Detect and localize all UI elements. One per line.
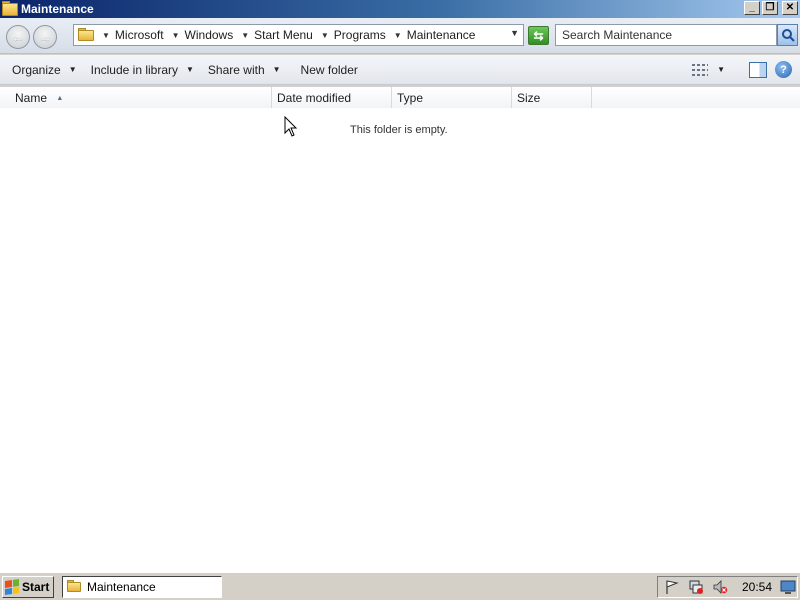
breadcrumb-label[interactable]: Windows [185,28,234,42]
taskbar-item-maintenance[interactable]: Maintenance [62,575,222,598]
breadcrumb-label[interactable]: Microsoft [115,28,164,42]
column-headers: Name ▲ Date modified Type Size [0,87,800,108]
include-in-library-button[interactable]: Include in library ▼ [85,58,200,82]
search-button[interactable] [777,24,798,46]
chevron-down-icon[interactable]: ▼ [172,31,180,40]
windows-logo-icon [5,578,19,595]
column-header-size[interactable]: Size [512,87,592,108]
breadcrumb-label[interactable]: Programs [334,28,386,42]
column-header-filler [592,87,800,108]
back-button[interactable]: ← [6,25,30,49]
breadcrumb-item[interactable]: ▼ Start Menu [233,28,313,42]
refresh-button[interactable]: ⇆ [528,26,549,45]
column-header-name[interactable]: Name ▲ [0,87,272,108]
chevron-down-icon[interactable]: ▼ [241,31,249,40]
start-label: Start [22,579,50,594]
preview-pane-icon[interactable] [749,61,767,78]
breadcrumb-item[interactable]: ▼ Maintenance [386,28,476,42]
chevron-down-icon: ▼ [186,65,194,74]
title-bar[interactable]: Maintenance _ ❐ ✕ [0,0,800,18]
minimize-button[interactable]: _ [744,1,760,15]
organize-button[interactable]: Organize ▼ [6,58,83,82]
organize-label: Organize [12,62,61,77]
breadcrumb-item[interactable]: ▼ Microsoft [94,28,164,42]
chevron-down-icon[interactable]: ▼ [102,31,110,40]
chevron-down-icon: ▼ [68,65,77,74]
share-with-button[interactable]: Share with ▼ [202,58,287,82]
chevron-down-icon[interactable]: ▼ [717,65,725,74]
navigation-bar: ← → ▼ Microsoft ▼ Windows ▼ Start Menu ▼… [0,18,800,54]
column-header-type[interactable]: Type [392,87,512,108]
clock[interactable]: 20:54 [742,580,772,594]
refresh-icon: ⇆ [533,28,544,43]
column-header-date-modified[interactable]: Date modified [272,87,392,108]
show-desktop-icon[interactable] [780,579,796,595]
views-icon[interactable] [691,62,709,78]
forward-arrow-icon: → [38,29,52,45]
command-bar: Organize ▼ Include in library ▼ Share wi… [0,55,800,85]
folder-icon [67,580,81,593]
start-button[interactable]: Start [2,575,54,598]
volume-muted-icon[interactable] [712,579,728,595]
empty-folder-message: This folder is empty. [350,124,448,136]
back-arrow-icon: ← [11,29,25,45]
action-center-flag-icon[interactable] [664,579,680,595]
new-folder-button[interactable]: New folder [295,58,364,82]
network-icon[interactable] [688,579,704,595]
system-tray: 20:54 [657,576,798,598]
column-header-label: Name [15,91,48,105]
help-icon[interactable]: ? [775,61,792,78]
forward-button[interactable]: → [33,25,57,49]
chevron-down-icon: ▼ [272,65,281,74]
breadcrumb-label[interactable]: Maintenance [407,28,476,42]
sort-ascending-icon: ▲ [56,95,64,103]
window-title: Maintenance [21,2,94,16]
taskbar: Start Maintenance 20:54 [0,572,800,600]
taskbar-item-label: Maintenance [87,579,156,594]
include-label: Include in library [90,62,178,77]
folder-icon [78,28,94,42]
breadcrumb-label[interactable]: Start Menu [254,28,313,42]
share-label: Share with [207,62,265,77]
close-button[interactable]: ✕ [782,1,798,15]
file-list[interactable]: This folder is empty. [0,108,800,572]
address-bar[interactable]: ▼ Microsoft ▼ Windows ▼ Start Menu ▼ Pro… [73,24,524,46]
chevron-down-icon[interactable]: ▼ [394,31,402,40]
address-history-dropdown[interactable]: ▼ [510,28,519,38]
breadcrumb-item[interactable]: ▼ Windows [164,28,234,42]
mouse-cursor-icon [284,116,298,137]
breadcrumb-item[interactable]: ▼ Programs [313,28,386,42]
restore-button[interactable]: ❐ [762,1,778,15]
search-icon [781,29,795,42]
folder-icon [2,1,18,17]
chevron-down-icon[interactable]: ▼ [321,31,329,40]
search-input[interactable]: Search Maintenance [555,24,777,46]
